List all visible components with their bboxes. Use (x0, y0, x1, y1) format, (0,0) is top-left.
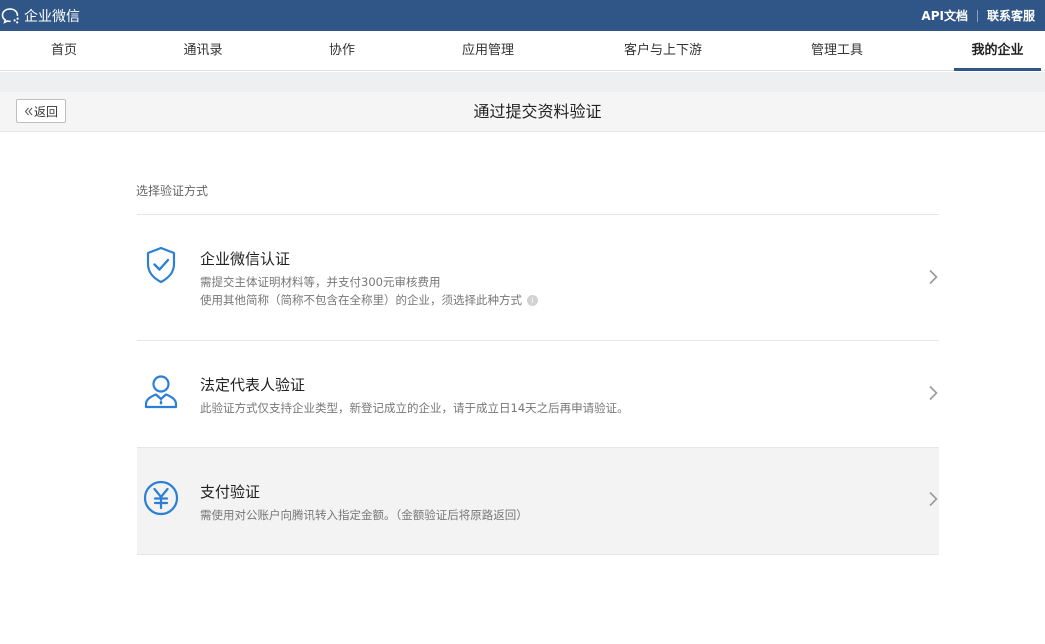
yen-icon (141, 478, 181, 518)
brand[interactable]: 企业微信 (0, 0, 80, 31)
option-title: 支付验证 (200, 483, 261, 501)
shield-check-icon (141, 245, 181, 285)
option-description: 需使用对公账户向腾讯转入指定金额。（金额验证后将原路返回） (200, 506, 528, 524)
chevron-right-icon (927, 385, 939, 401)
option-title: 法定代表人验证 (200, 376, 306, 394)
option-description: 此验证方式仅支持企业类型，新登记成立的企业，请于成立日14天之后再申请验证。 (200, 399, 629, 417)
main-nav: 首页 通讯录 协作 应用管理 客户与上下游 管理工具 我的企业 (0, 31, 1045, 71)
nav-my-company[interactable]: 我的企业 (954, 31, 1041, 71)
option-title: 企业微信认证 (200, 250, 291, 268)
option-wecom-certification[interactable]: 企业微信认证 需提交主体证明材料等，并支付300元审核费用 使用其他简称（简称不… (137, 215, 939, 340)
option-divider (137, 554, 939, 555)
section-label: 选择验证方式 (136, 184, 209, 198)
nav-app-management[interactable]: 应用管理 (438, 31, 538, 71)
brand-name: 企业微信 (24, 8, 80, 25)
nav-contacts[interactable]: 通讯录 (163, 31, 243, 71)
wecom-logo-icon (0, 5, 22, 27)
person-icon (141, 372, 181, 412)
top-bar: 企业微信 API文档 联系客服 (0, 0, 1045, 31)
chevron-right-icon (927, 269, 939, 285)
option-description: 需提交主体证明材料等，并支付300元审核费用 使用其他简称（简称不包含在全称里）… (200, 273, 538, 309)
option-payment-verification[interactable]: 支付验证 需使用对公账户向腾讯转入指定金额。（金额验证后将原路返回） (137, 448, 939, 554)
separator-band (0, 72, 1045, 92)
nav-customers[interactable]: 客户与上下游 (603, 31, 723, 71)
option-desc-line: 需使用对公账户向腾讯转入指定金额。（金额验证后将原路返回） (200, 508, 528, 522)
nav-home[interactable]: 首页 (24, 31, 104, 71)
option-desc-line-with-info: 使用其他简称（简称不包含在全称里）的企业，须选择此种方式 i (200, 291, 538, 309)
top-links: API文档 联系客服 (921, 0, 1035, 31)
nav-admin-tools[interactable]: 管理工具 (787, 31, 887, 71)
sub-header: 返回 通过提交资料验证 (0, 92, 1045, 132)
nav-collaboration[interactable]: 协作 (302, 31, 382, 71)
chevron-right-icon (927, 491, 939, 507)
page-title: 通过提交资料验证 (473, 102, 602, 121)
contact-support-link[interactable]: 联系客服 (987, 7, 1035, 24)
option-legal-rep-verification[interactable]: 法定代表人验证 此验证方式仅支持企业类型，新登记成立的企业，请于成立日14天之后… (137, 341, 939, 447)
top-link-divider (976, 9, 978, 22)
info-icon[interactable]: i (527, 295, 538, 306)
option-desc-line: 此验证方式仅支持企业类型，新登记成立的企业，请于成立日14天之后再申请验证。 (200, 401, 629, 415)
option-desc-line: 使用其他简称（简称不包含在全称里）的企业，须选择此种方式 (200, 293, 522, 307)
nav-active-indicator (954, 68, 1041, 71)
api-docs-link[interactable]: API文档 (921, 7, 968, 24)
option-desc-line: 需提交主体证明材料等，并支付300元审核费用 (200, 275, 441, 289)
